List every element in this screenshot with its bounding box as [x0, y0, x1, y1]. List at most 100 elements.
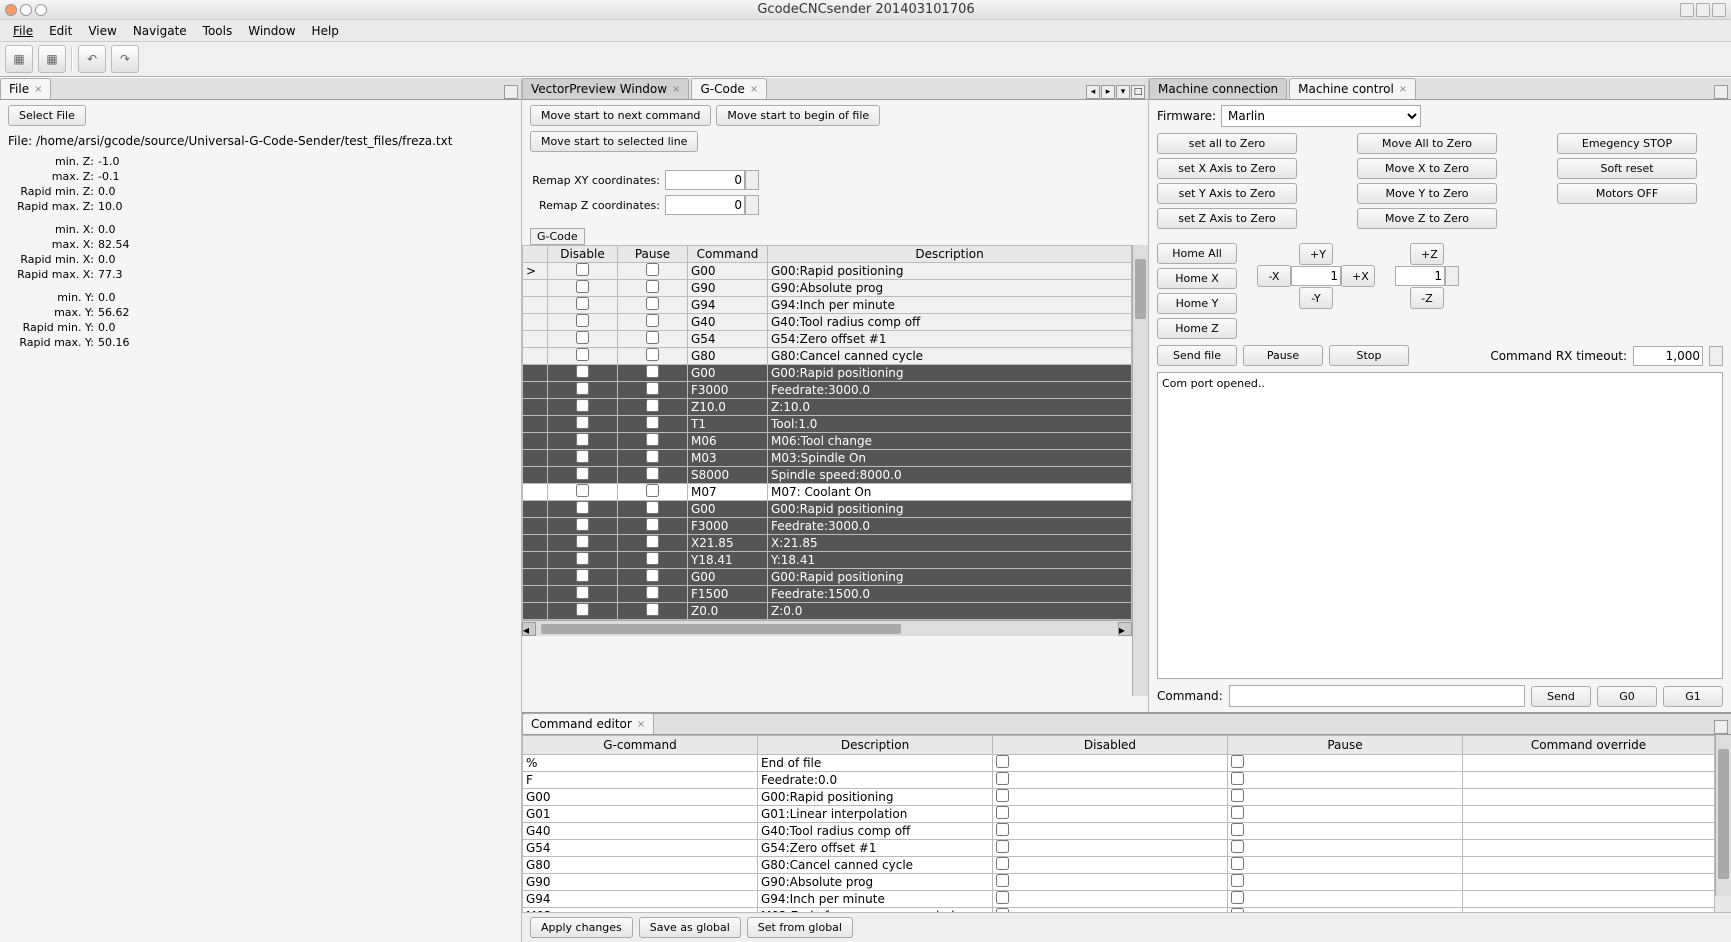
tab-command-editor[interactable]: Command editor×	[522, 713, 654, 734]
table-row[interactable]: G80 G80:Cancel canned cycle	[523, 857, 1715, 874]
pause-checkbox[interactable]	[646, 280, 659, 293]
command-input[interactable]	[1229, 685, 1525, 707]
window-restore-icon[interactable]	[1696, 3, 1710, 17]
table-row[interactable]: G00 G00:Rapid positioning	[523, 365, 1132, 382]
jog-minus-y-button[interactable]: -Y	[1299, 287, 1333, 309]
motors-off-button[interactable]: Motors OFF	[1557, 183, 1697, 204]
pause-checkbox[interactable]	[646, 535, 659, 548]
save-icon[interactable]: ▦	[5, 45, 33, 73]
save-global-button[interactable]: Save as global	[639, 917, 741, 938]
disable-checkbox[interactable]	[576, 331, 589, 344]
override-cell[interactable]	[1463, 857, 1715, 874]
set-global-button[interactable]: Set from global	[747, 917, 853, 938]
g1-button[interactable]: G1	[1663, 686, 1723, 707]
pause-checkbox[interactable]	[646, 263, 659, 276]
table-row[interactable]: Z10.0 Z:10.0	[523, 399, 1132, 416]
window-close-btn[interactable]	[5, 4, 17, 16]
jog-z-input[interactable]	[1395, 266, 1445, 286]
minimize-pane-icon[interactable]	[1714, 85, 1728, 99]
table-row[interactable]: G00 G00:Rapid positioning	[523, 501, 1132, 518]
table-row[interactable]: G54 G54:Zero offset #1	[523, 840, 1715, 857]
spinner-icon[interactable]	[1445, 266, 1459, 286]
table-row[interactable]: G90 G90:Absolute prog	[523, 280, 1132, 297]
table-row[interactable]: G01 G01:Linear interpolation	[523, 806, 1715, 823]
move-z-zero-button[interactable]: Move Z to Zero	[1357, 208, 1497, 229]
move-y-zero-button[interactable]: Move Y to Zero	[1357, 183, 1497, 204]
override-cell[interactable]	[1463, 755, 1715, 772]
tab-machine-connection[interactable]: Machine connection	[1149, 78, 1287, 99]
disable-checkbox[interactable]	[576, 484, 589, 497]
disable-checkbox[interactable]	[576, 399, 589, 412]
override-cell[interactable]	[1463, 908, 1715, 913]
home-all-button[interactable]: Home All	[1157, 243, 1237, 264]
table-row[interactable]: Z0.0 Z:0.0	[523, 603, 1132, 620]
table-row[interactable]: G80 G80:Cancel canned cycle	[523, 348, 1132, 365]
window-close-icon[interactable]	[1712, 3, 1726, 17]
window-min-btn[interactable]	[20, 4, 32, 16]
jog-plus-z-button[interactable]: +Z	[1410, 243, 1444, 265]
pause-checkbox[interactable]	[1231, 891, 1244, 904]
pause-checkbox[interactable]	[646, 569, 659, 582]
override-cell[interactable]	[1463, 806, 1715, 823]
jog-xy-input[interactable]	[1291, 266, 1341, 286]
disabled-checkbox[interactable]	[996, 840, 1009, 853]
soft-reset-button[interactable]: Soft reset	[1557, 158, 1697, 179]
pause-checkbox[interactable]	[646, 297, 659, 310]
table-row[interactable]: F3000 Feedrate:3000.0	[523, 518, 1132, 535]
pause-checkbox[interactable]	[646, 501, 659, 514]
spinner-icon[interactable]	[745, 170, 759, 190]
table-row[interactable]: M06 M06:Tool change	[523, 433, 1132, 450]
table-row[interactable]: Y18.41 Y:18.41	[523, 552, 1132, 569]
disable-checkbox[interactable]	[576, 535, 589, 548]
apply-changes-button[interactable]: Apply changes	[530, 917, 633, 938]
table-row[interactable]: S8000 Spindle speed:8000.0	[523, 467, 1132, 484]
override-cell[interactable]	[1463, 891, 1715, 908]
send-button[interactable]: Send	[1531, 686, 1591, 707]
pause-checkbox[interactable]	[646, 348, 659, 361]
menu-edit[interactable]: Edit	[41, 22, 80, 40]
disable-checkbox[interactable]	[576, 450, 589, 463]
table-row[interactable]: G00 G00:Rapid positioning	[523, 789, 1715, 806]
pause-checkbox[interactable]	[646, 603, 659, 616]
g0-button[interactable]: G0	[1597, 686, 1657, 707]
pause-checkbox[interactable]	[1231, 857, 1244, 870]
pause-checkbox[interactable]	[1231, 840, 1244, 853]
set-x-zero-button[interactable]: set X Axis to Zero	[1157, 158, 1297, 179]
pause-checkbox[interactable]	[646, 518, 659, 531]
firmware-select[interactable]: Marlin	[1221, 105, 1421, 127]
minimize-pane-icon[interactable]	[1714, 720, 1728, 734]
pause-checkbox[interactable]	[646, 484, 659, 497]
cmdedit-vscroll[interactable]	[1715, 735, 1731, 896]
menu-file[interactable]: File	[5, 22, 41, 40]
table-row[interactable]: M02 M02:End of program...no rewind	[523, 908, 1715, 913]
disable-checkbox[interactable]	[576, 518, 589, 531]
close-icon[interactable]: ×	[750, 84, 758, 95]
disable-checkbox[interactable]	[576, 314, 589, 327]
pause-checkbox[interactable]	[1231, 755, 1244, 768]
menu-tools[interactable]: Tools	[195, 22, 241, 40]
disable-checkbox[interactable]	[576, 263, 589, 276]
tab-gcode[interactable]: G-Code×	[691, 78, 767, 99]
override-cell[interactable]	[1463, 840, 1715, 857]
disable-checkbox[interactable]	[576, 467, 589, 480]
move-x-zero-button[interactable]: Move X to Zero	[1357, 158, 1497, 179]
gcode-table[interactable]: Disable Pause Command Description > G00 …	[522, 245, 1132, 620]
jog-minus-x-button[interactable]: -X	[1257, 265, 1291, 287]
pause-checkbox[interactable]	[1231, 908, 1244, 912]
select-file-button[interactable]: Select File	[8, 105, 86, 126]
disabled-checkbox[interactable]	[996, 772, 1009, 785]
disable-checkbox[interactable]	[576, 280, 589, 293]
disable-checkbox[interactable]	[576, 433, 589, 446]
gcode-vscroll[interactable]	[1132, 245, 1148, 696]
rx-timeout-input[interactable]	[1633, 346, 1703, 366]
spinner-icon[interactable]	[745, 195, 759, 215]
pause-checkbox[interactable]	[646, 365, 659, 378]
stop-button[interactable]: Stop	[1329, 345, 1409, 366]
disable-checkbox[interactable]	[576, 416, 589, 429]
gcode-hscroll[interactable]: ◂▸	[522, 620, 1132, 636]
tab-nav-left-icon[interactable]: ◂	[1086, 85, 1100, 99]
tab-nav-max-icon[interactable]: □	[1131, 85, 1145, 99]
remap-xy-input[interactable]	[665, 170, 745, 190]
disable-checkbox[interactable]	[576, 382, 589, 395]
disabled-checkbox[interactable]	[996, 755, 1009, 768]
